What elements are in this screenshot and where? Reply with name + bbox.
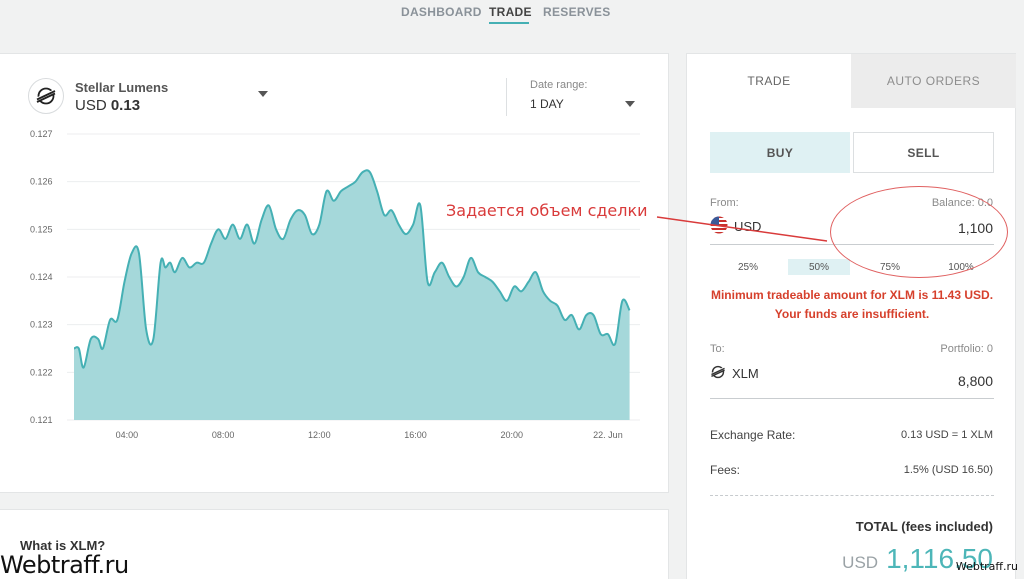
from-amount-input[interactable] (873, 220, 993, 236)
percent-100[interactable]: 100% (930, 259, 992, 275)
trade-panel: TRADE AUTO ORDERS BUY SELL From: Balance… (686, 53, 1016, 579)
exchange-rate-value: 0.13 USD = 1 XLM (900, 429, 993, 441)
nav-reserves[interactable]: RESERVES (543, 5, 611, 19)
to-underline (710, 398, 994, 399)
sell-button[interactable]: SELL (853, 132, 994, 173)
x-tick-label: 20:00 (500, 430, 523, 440)
date-range-value: 1 DAY (530, 97, 564, 111)
tab-trade[interactable]: TRADE (687, 54, 851, 108)
y-tick-label: 0.124 (30, 272, 53, 282)
x-tick-label: 16:00 (404, 430, 427, 440)
x-tick-label: 04:00 (116, 430, 139, 440)
x-tick-label: 12:00 (308, 430, 331, 440)
buy-button[interactable]: BUY (710, 132, 850, 173)
asset-name: Stellar Lumens (75, 80, 169, 95)
asset-selector[interactable]: Stellar Lumens USD 0.13 (28, 78, 278, 116)
nav-trade[interactable]: TRADE (489, 5, 532, 19)
asset-price: USD 0.13 (75, 97, 140, 114)
date-range-selector[interactable]: Date range: 1 DAY (520, 74, 640, 118)
nav-active-underline (489, 22, 529, 24)
y-tick-label: 0.125 (30, 224, 53, 234)
from-currency: USD (734, 219, 762, 234)
us-flag-icon (710, 216, 728, 237)
total-label: TOTAL (fees included) (855, 519, 993, 534)
y-tick-label: 0.127 (30, 129, 53, 139)
watermark-left: Webtraff.ru (0, 551, 129, 579)
to-amount-input[interactable] (873, 373, 993, 389)
from-currency-selector[interactable]: USD (710, 216, 761, 237)
annotation-text: Задается объем сделки (446, 201, 648, 220)
balance-label: Balance: 0.0 (931, 197, 993, 209)
x-tick-label: 22. Jun (593, 430, 623, 440)
y-tick-label: 0.123 (30, 320, 53, 330)
price-chart[interactable]: 0.127 0.126 0.125 0.124 0.123 0.122 0.121 04:00… (0, 124, 669, 454)
error-message: Minimum tradeable amount for XLM is 11.4… (710, 288, 994, 321)
percent-25[interactable]: 25% (717, 259, 779, 275)
asset-currency: USD (75, 97, 107, 114)
watermark-right: Webtraff.ru (955, 560, 1018, 573)
from-label: From: (710, 197, 739, 209)
stellar-logo-icon (710, 364, 726, 383)
percent-75[interactable]: 75% (859, 259, 921, 275)
nav-dashboard[interactable]: DASHBOARD (401, 5, 482, 19)
y-tick-label: 0.122 (30, 367, 53, 377)
to-label: To: (710, 343, 725, 355)
chart-card: Stellar Lumens USD 0.13 Date range: 1 DA… (0, 53, 669, 493)
to-currency-selector[interactable]: XLM (710, 364, 759, 383)
y-tick-label: 0.126 (30, 177, 53, 187)
top-nav: DASHBOARD TRADE RESERVES (0, 0, 1024, 36)
dashed-divider (710, 495, 994, 496)
from-underline (710, 244, 994, 245)
to-currency: XLM (732, 366, 759, 381)
date-range-label: Date range: (530, 79, 588, 91)
portfolio-label: Portfolio: 0 (940, 343, 993, 355)
asset-price-value: 0.13 (110, 97, 141, 114)
header-divider (506, 78, 507, 116)
percent-50[interactable]: 50% (788, 259, 850, 275)
asset-chevron-down-icon[interactable] (258, 91, 268, 97)
fees-value: 1.5% (USD 16.50) (903, 464, 993, 476)
fees-label: Fees: (710, 463, 741, 477)
stellar-logo-icon (28, 78, 64, 114)
exchange-rate-label: Exchange Rate: (710, 428, 796, 442)
tab-auto-orders[interactable]: AUTO ORDERS (851, 54, 1016, 108)
date-range-chevron-down-icon (625, 101, 635, 107)
x-tick-label: 08:00 (212, 430, 235, 440)
total-currency: USD (842, 553, 879, 572)
y-tick-label: 0.121 (30, 415, 53, 425)
